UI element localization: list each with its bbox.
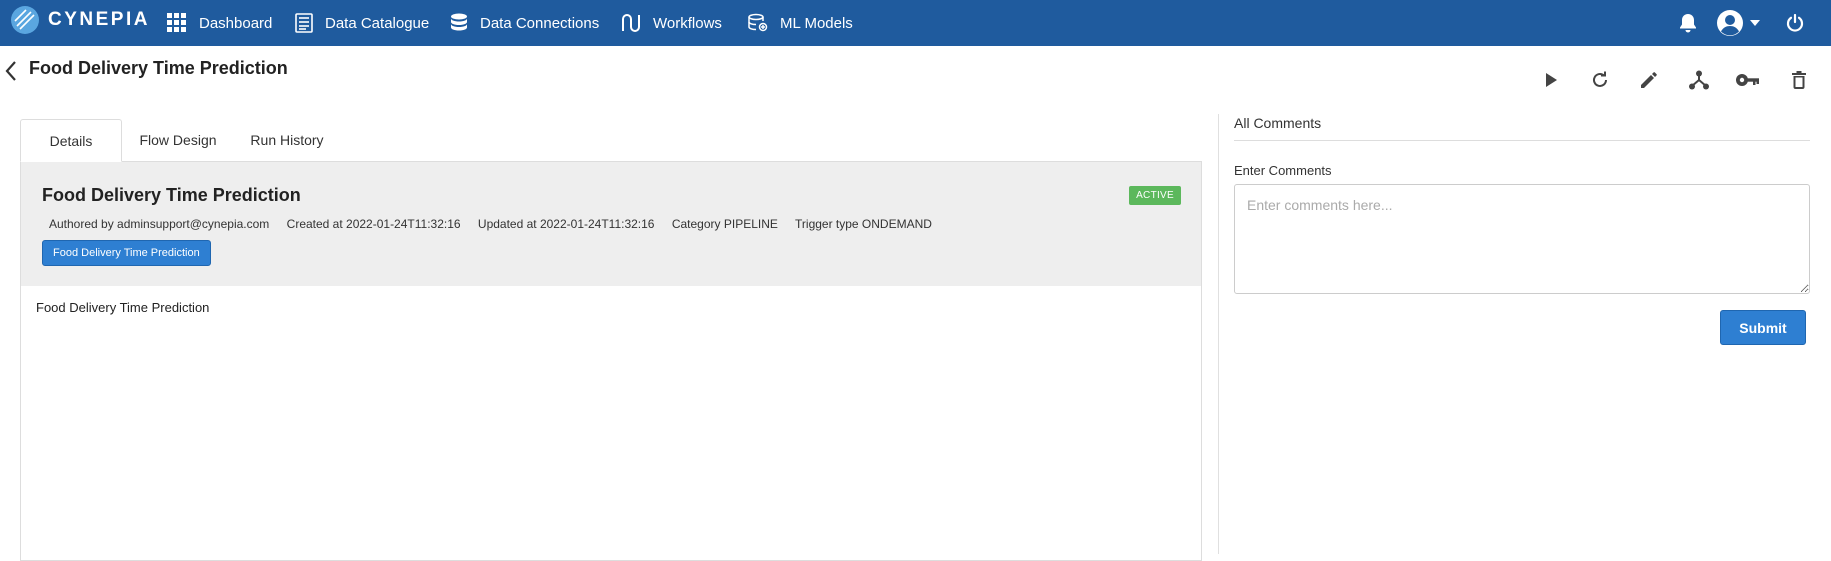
user-menu-button[interactable]	[1716, 0, 1760, 46]
tag-button[interactable]: Food Delivery Time Prediction	[42, 240, 211, 266]
catalogue-icon	[295, 13, 313, 33]
database-icon	[451, 13, 467, 31]
brand-name: CYNEPIA	[48, 9, 150, 30]
edit-button[interactable]	[1635, 66, 1663, 94]
nav-label: Data Connections	[480, 14, 600, 32]
nav-item-dashboard[interactable]: Dashboard	[167, 0, 272, 46]
details-panel: Food Delivery Time Prediction ACTIVE Aut…	[20, 161, 1202, 561]
top-navbar: CYNEPIA Dashboard Data Catalogue Data Co…	[0, 0, 1831, 46]
tab-run-history[interactable]: Run History	[234, 119, 340, 162]
status-badge: ACTIVE	[1129, 186, 1181, 205]
tab-flow-design[interactable]: Flow Design	[122, 119, 234, 162]
details-meta: Authored by adminsupport@cynepia.com Cre…	[49, 217, 946, 231]
nav-label: Data Catalogue	[325, 14, 430, 32]
ml-models-icon	[748, 13, 768, 32]
nav-label: Workflows	[653, 14, 722, 32]
refresh-icon	[1593, 71, 1607, 87]
play-icon	[1546, 73, 1557, 87]
nav-item-data-catalogue[interactable]: Data Catalogue	[295, 0, 429, 46]
notifications-button[interactable]	[1679, 0, 1697, 46]
key-icon	[1736, 74, 1759, 86]
run-button[interactable]	[1537, 66, 1565, 94]
logout-button[interactable]	[1786, 0, 1804, 46]
meta-created: Created at 2022-01-24T11:32:16	[286, 217, 461, 231]
chevron-left-icon	[5, 61, 16, 81]
page-title: Food Delivery Time Prediction	[29, 58, 288, 78]
comments-input[interactable]	[1234, 184, 1810, 294]
user-avatar-icon	[1717, 10, 1743, 36]
submit-button[interactable]: Submit	[1720, 310, 1806, 345]
grid-icon	[167, 13, 186, 32]
refresh-button[interactable]	[1586, 66, 1614, 94]
meta-category: Category PIPELINE	[671, 217, 778, 231]
caret-down-icon	[1750, 20, 1760, 26]
comments-divider	[1234, 140, 1810, 141]
fork-button[interactable]	[1685, 66, 1713, 94]
key-button[interactable]	[1734, 66, 1762, 94]
meta-authored: Authored by adminsupport@cynepia.com	[49, 217, 270, 231]
nav-label: Dashboard	[199, 14, 273, 32]
power-icon	[1786, 14, 1804, 32]
nav-item-ml-models[interactable]: ML Models	[748, 0, 853, 46]
details-title: Food Delivery Time Prediction	[42, 185, 301, 205]
meta-trigger: Trigger type ONDEMAND	[795, 217, 932, 231]
section-divider	[1218, 114, 1219, 554]
details-header: Food Delivery Time Prediction ACTIVE Aut…	[21, 162, 1201, 286]
nav-item-workflows[interactable]: Workflows	[621, 0, 722, 46]
workflow-icon	[622, 14, 640, 32]
fork-icon	[1689, 70, 1709, 90]
meta-updated: Updated at 2022-01-24T11:32:16	[477, 217, 655, 231]
brand-logo[interactable]: CYNEPIA	[10, 5, 150, 35]
delete-icon	[1792, 71, 1806, 89]
details-description: Food Delivery Time Prediction	[36, 300, 210, 315]
nav-item-data-connections[interactable]: Data Connections	[450, 0, 599, 46]
comments-title: All Comments	[1234, 115, 1322, 131]
back-button[interactable]	[4, 60, 24, 84]
comments-label: Enter Comments	[1234, 163, 1332, 178]
bell-icon	[1680, 14, 1696, 33]
nav-label: ML Models	[780, 14, 853, 32]
delete-button[interactable]	[1785, 66, 1813, 94]
cynepia-logo-icon	[11, 6, 39, 34]
edit-icon	[1641, 72, 1657, 88]
tab-details[interactable]: Details	[20, 119, 122, 162]
